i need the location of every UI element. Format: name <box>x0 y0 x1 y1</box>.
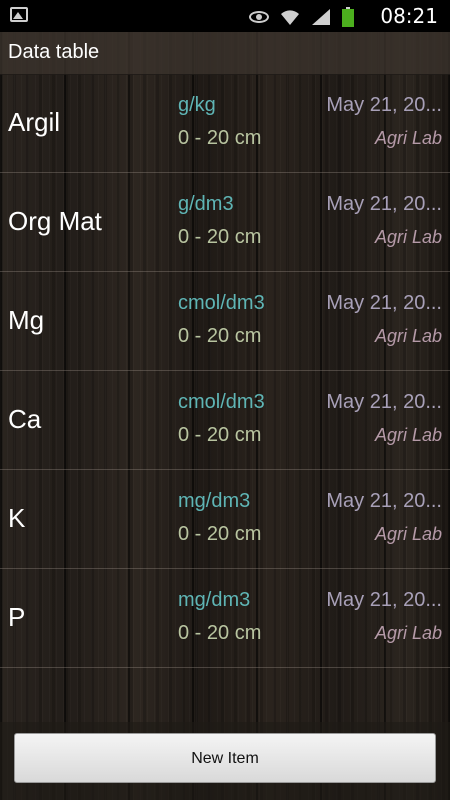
item-unit: cmol/dm3 <box>178 292 265 314</box>
item-date: May 21, 20... <box>326 292 442 314</box>
list-item[interactable]: Ca cmol/dm3 0 - 20 cm May 21, 20... Agri… <box>0 371 450 470</box>
item-depth: 0 - 20 cm <box>178 523 262 545</box>
item-unit: mg/dm3 <box>178 589 251 611</box>
item-lab: Agri Lab <box>374 524 442 544</box>
status-bar: 08:21 <box>0 0 450 32</box>
list-item[interactable]: P mg/dm3 0 - 20 cm May 21, 20... Agri La… <box>0 569 450 668</box>
gallery-icon <box>10 7 28 22</box>
item-lab: Agri Lab <box>374 326 442 346</box>
item-unit: mg/dm3 <box>178 490 251 512</box>
item-unit: cmol/dm3 <box>178 391 265 413</box>
item-name: Ca <box>8 404 42 434</box>
item-name: Mg <box>8 305 45 335</box>
wifi-icon <box>280 8 300 26</box>
bottom-bar: New Item <box>0 722 450 800</box>
item-depth: 0 - 20 cm <box>178 325 262 347</box>
item-name: Org Mat <box>8 206 102 236</box>
page-title: Data table <box>8 41 100 63</box>
list-item[interactable]: K mg/dm3 0 - 20 cm May 21, 20... Agri La… <box>0 470 450 569</box>
item-date: May 21, 20... <box>326 589 442 611</box>
item-lab: Agri Lab <box>374 128 442 148</box>
item-lab: Agri Lab <box>374 623 442 643</box>
list-item[interactable]: Argil g/kg 0 - 20 cm May 21, 20... Agri … <box>0 74 450 173</box>
action-bar: Data table <box>0 32 450 75</box>
status-time: 08:21 <box>380 4 438 28</box>
item-date: May 21, 20... <box>326 94 442 116</box>
item-depth: 0 - 20 cm <box>178 226 262 248</box>
item-name: Argil <box>8 107 61 137</box>
list-item[interactable]: Mg cmol/dm3 0 - 20 cm May 21, 20... Agri… <box>0 272 450 371</box>
signal-icon <box>311 8 331 26</box>
item-name: P <box>8 602 26 632</box>
list-item[interactable]: Org Mat g/dm3 0 - 20 cm May 21, 20... Ag… <box>0 173 450 272</box>
eye-icon <box>248 10 269 23</box>
item-lab: Agri Lab <box>374 227 442 247</box>
item-unit: g/kg <box>178 94 216 116</box>
item-name: K <box>8 503 26 533</box>
item-depth: 0 - 20 cm <box>178 622 262 644</box>
item-date: May 21, 20... <box>326 391 442 413</box>
item-depth: 0 - 20 cm <box>178 127 262 149</box>
new-item-button[interactable]: New Item <box>14 733 436 783</box>
data-list: Argil g/kg 0 - 20 cm May 21, 20... Agri … <box>0 74 450 668</box>
item-date: May 21, 20... <box>326 193 442 215</box>
item-lab: Agri Lab <box>374 425 442 445</box>
item-depth: 0 - 20 cm <box>178 424 262 446</box>
item-date: May 21, 20... <box>326 490 442 512</box>
item-unit: g/dm3 <box>178 193 234 215</box>
battery-icon <box>342 6 354 27</box>
